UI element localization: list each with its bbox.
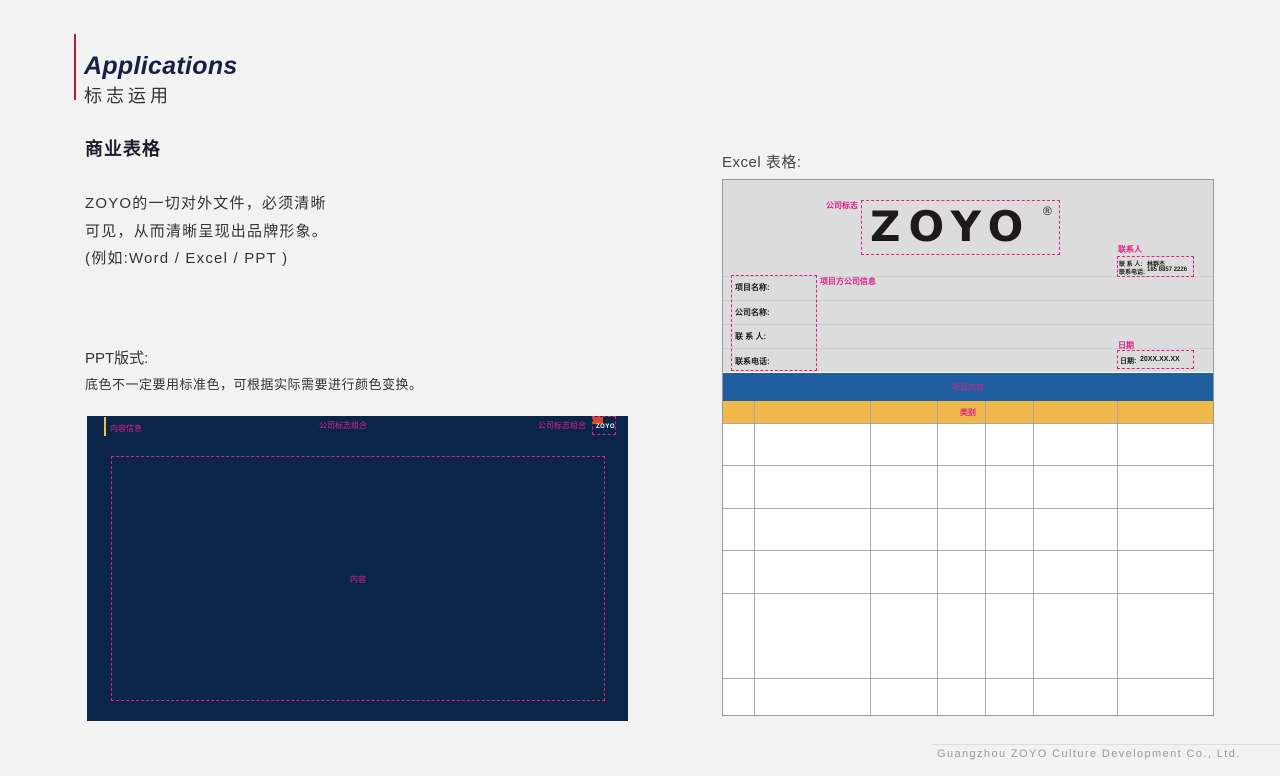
date-value: 20XX.XX.XX <box>1140 356 1180 363</box>
ppt-accent-bar <box>104 417 106 436</box>
field-contact-person: 联 系 人: <box>735 332 767 341</box>
ppt-logo-combo-center: 公司标志组合 <box>319 421 367 430</box>
grid-column-line <box>1117 401 1118 715</box>
grid-row-line <box>723 508 1213 509</box>
section-body: ZOYO的一切对外文件，必须清晰 可见，从而清晰呈现出品牌形象。 (例如:Wor… <box>85 190 328 273</box>
page-subtitle: 标志运用 <box>84 86 172 106</box>
grid-column-line <box>985 401 986 715</box>
company-logo-label: 公司标志 <box>826 201 858 210</box>
grid-row-line <box>723 593 1213 594</box>
grid-column-line <box>870 401 871 715</box>
grid-column-line <box>754 401 755 715</box>
ppt-mini-logo: ZOYO <box>596 424 616 430</box>
contact-phone: 185 8857 2226 <box>1147 267 1188 273</box>
grid-column-line <box>937 401 938 715</box>
ppt-template-preview: 内容信息 公司标志组合 公司标志组合 ZOYO 内容 <box>87 416 628 721</box>
ppt-logo-combo-right: 公司标志组合 <box>538 421 586 430</box>
grid-row-line <box>723 423 1213 424</box>
project-content-row: 项目内容 <box>723 373 1213 401</box>
zoyo-logo: ZOYO <box>870 202 1032 251</box>
grid-row-line <box>723 465 1213 466</box>
excel-label: Excel 表格: <box>722 154 802 171</box>
project-content-label: 项目内容 <box>952 383 984 392</box>
excel-header-area: 公司标志 ZOYO ® 联系人 联 系 人: 林群杰 联系电话: 185 885… <box>723 180 1213 372</box>
grid-row-line <box>723 678 1213 679</box>
ppt-label: PPT版式: <box>85 350 149 367</box>
project-info-title: 项目方公司信息 <box>820 277 876 286</box>
ppt-content-label: 内容 <box>350 575 366 584</box>
grid-column-line <box>1033 401 1034 715</box>
footer-divider <box>932 744 1280 745</box>
page-title: Applications <box>84 52 238 80</box>
field-company-name: 公司名称: <box>735 308 770 317</box>
field-contact-phone: 联系电话: <box>735 357 770 366</box>
registered-mark: ® <box>1043 204 1052 218</box>
ppt-content-info-label: 内容信息 <box>110 424 142 433</box>
ppt-note: 底色不一定要用标准色，可根据实际需要进行颜色变换。 <box>85 377 423 392</box>
section-heading: 商业表格 <box>85 139 161 159</box>
accent-bar <box>74 34 76 100</box>
body-line: (例如:Word / Excel / PPT ) <box>85 250 289 267</box>
excel-template-preview: 公司标志 ZOYO ® 联系人 联 系 人: 林群杰 联系电话: 185 885… <box>722 179 1214 716</box>
ppt-logo-red-block <box>593 417 603 424</box>
category-row: 类别 <box>723 401 1213 423</box>
contact-phone-label: 联系电话: <box>1119 270 1145 276</box>
date-label: 日期: <box>1120 358 1137 365</box>
ppt-content-area: 内容 <box>111 456 605 701</box>
category-label: 类别 <box>960 408 976 417</box>
grid-row-line <box>723 550 1213 551</box>
body-line: ZOYO的一切对外文件，必须清晰 <box>85 195 327 212</box>
body-line: 可见，从而清晰呈现出品牌形象。 <box>85 222 329 240</box>
footer-company: Guangzhou ZOYO Culture Development Co., … <box>937 748 1241 760</box>
contact-title: 联系人 <box>1118 245 1142 254</box>
ppt-logo-box: ZOYO <box>592 416 616 435</box>
field-project-name: 项目名称: <box>735 283 770 292</box>
